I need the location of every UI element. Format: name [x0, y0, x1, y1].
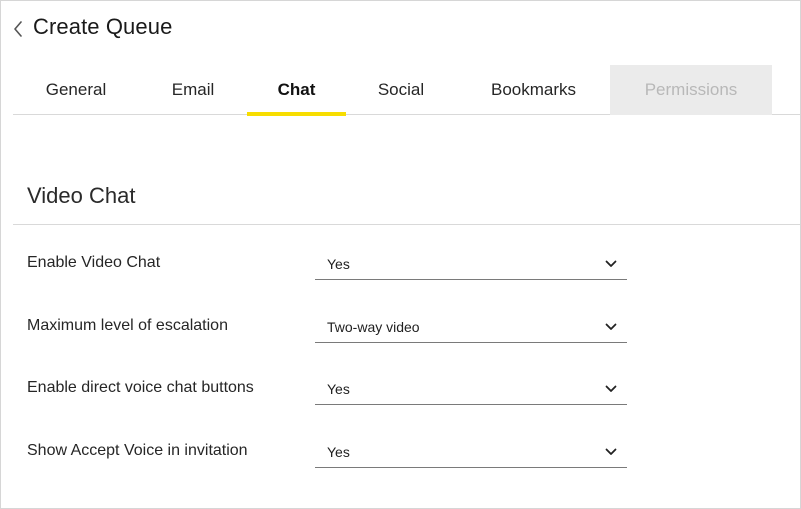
tab-email[interactable]: Email	[139, 65, 247, 115]
voice-chat-buttons-select[interactable]: Yes	[315, 373, 627, 405]
section-title: Video Chat	[27, 183, 136, 208]
enable-video-chat-value: Yes	[327, 255, 350, 272]
page-title: Create Queue	[33, 14, 173, 39]
tab-chat[interactable]: Chat	[247, 65, 346, 116]
enable-video-chat-select[interactable]: Yes	[315, 248, 627, 280]
accept-voice-label: Show Accept Voice in invitation	[27, 442, 248, 459]
chevron-down-icon	[605, 258, 617, 270]
voice-chat-buttons-value: Yes	[327, 380, 350, 397]
max-escalation-label: Maximum level of escalation	[27, 317, 228, 334]
max-escalation-value: Two-way video	[327, 318, 420, 335]
accept-voice-select[interactable]: Yes	[315, 436, 627, 468]
tab-permissions: Permissions	[610, 65, 772, 115]
accept-voice-value: Yes	[327, 443, 350, 460]
section-divider	[13, 224, 800, 225]
back-chevron-icon[interactable]	[10, 19, 26, 39]
chevron-down-icon	[605, 446, 617, 458]
enable-video-chat-label: Enable Video Chat	[27, 254, 161, 271]
max-escalation-select[interactable]: Two-way video	[315, 311, 627, 343]
voice-chat-buttons-label: Enable direct voice chat buttons	[27, 379, 254, 396]
chevron-down-icon	[605, 383, 617, 395]
create-queue-panel: Create Queue General Email Chat Social B…	[0, 0, 801, 509]
tab-bookmarks[interactable]: Bookmarks	[456, 65, 611, 115]
tab-bar: General Email Chat Social Bookmarks Perm…	[13, 65, 800, 116]
tab-general[interactable]: General	[13, 65, 139, 115]
tab-social[interactable]: Social	[346, 65, 456, 115]
chevron-down-icon	[605, 321, 617, 333]
